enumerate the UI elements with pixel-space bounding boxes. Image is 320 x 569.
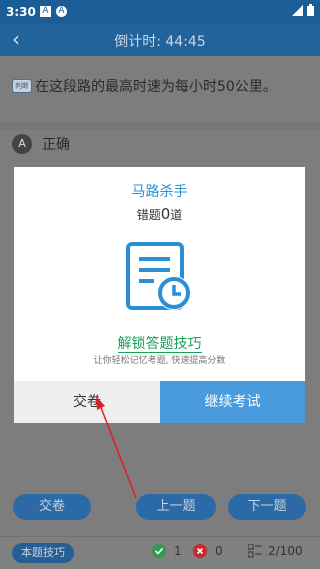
dialog-submit-button[interactable]: 交卷 (14, 381, 160, 423)
status-bar: 3:30 A A (0, 0, 320, 24)
progress-count: 2/100 (268, 544, 303, 558)
option-letter: A (12, 134, 32, 154)
correct-stat: 1 (152, 544, 182, 558)
title-bar: ‹ 倒计时: 44:45 (0, 24, 320, 56)
question: 判断 在这段路的最高时速为每小时50公里。 (12, 76, 314, 96)
previous-question-button[interactable]: 上一题 (136, 494, 216, 520)
grid-list-icon (248, 544, 262, 558)
countdown-title: 倒计时: 44:45 (114, 34, 206, 50)
wrong-summary-count: 0 (160, 205, 171, 223)
correct-count: 1 (174, 544, 182, 558)
option-a[interactable]: A 正确 (12, 134, 70, 154)
notification-icon-2: A (56, 6, 67, 17)
submit-exam-button[interactable]: 交卷 (13, 494, 91, 520)
wrong-count: 0 (215, 544, 223, 558)
unlock-tips-label: 解锁答题技巧 (117, 336, 202, 353)
question-tips-button[interactable]: 本题技巧 (12, 543, 74, 563)
document-clock-icon (126, 242, 191, 310)
notification-icon: A (40, 6, 51, 17)
battery-icon (307, 4, 314, 16)
signal-icon (292, 4, 303, 16)
wrong-summary: 错题0道 (14, 205, 305, 223)
unlock-tips-description: 让你轻松记忆考题, 快速提高分数 (93, 356, 226, 366)
wrong-stat: 0 (193, 544, 223, 558)
dialog-title: 马路杀手 (131, 184, 188, 200)
wrong-summary-suffix: 道 (170, 208, 183, 222)
progress-stat[interactable]: 2/100 (248, 544, 303, 558)
check-circle-icon (152, 544, 166, 558)
continue-exam-button[interactable]: 继续考试 (160, 381, 305, 423)
bottom-bar: 本题技巧 1 0 2/100 (0, 536, 320, 569)
divider (0, 122, 320, 130)
question-text: 在这段路的最高时速为每小时50公里。 (35, 79, 277, 95)
submit-dialog: 马路杀手 错题0道 解锁答题技巧 让你轻松记忆考题, 快速提高分数 交卷 继续考… (14, 167, 305, 423)
unlock-tips-link[interactable]: 解锁答题技巧 (14, 333, 305, 353)
question-type-tag: 判断 (12, 79, 32, 93)
status-time: 3:30 (6, 5, 36, 19)
cross-circle-icon (193, 544, 207, 558)
wrong-summary-prefix: 错题 (136, 208, 161, 222)
option-text: 正确 (42, 137, 70, 153)
next-question-button[interactable]: 下一题 (228, 494, 306, 520)
